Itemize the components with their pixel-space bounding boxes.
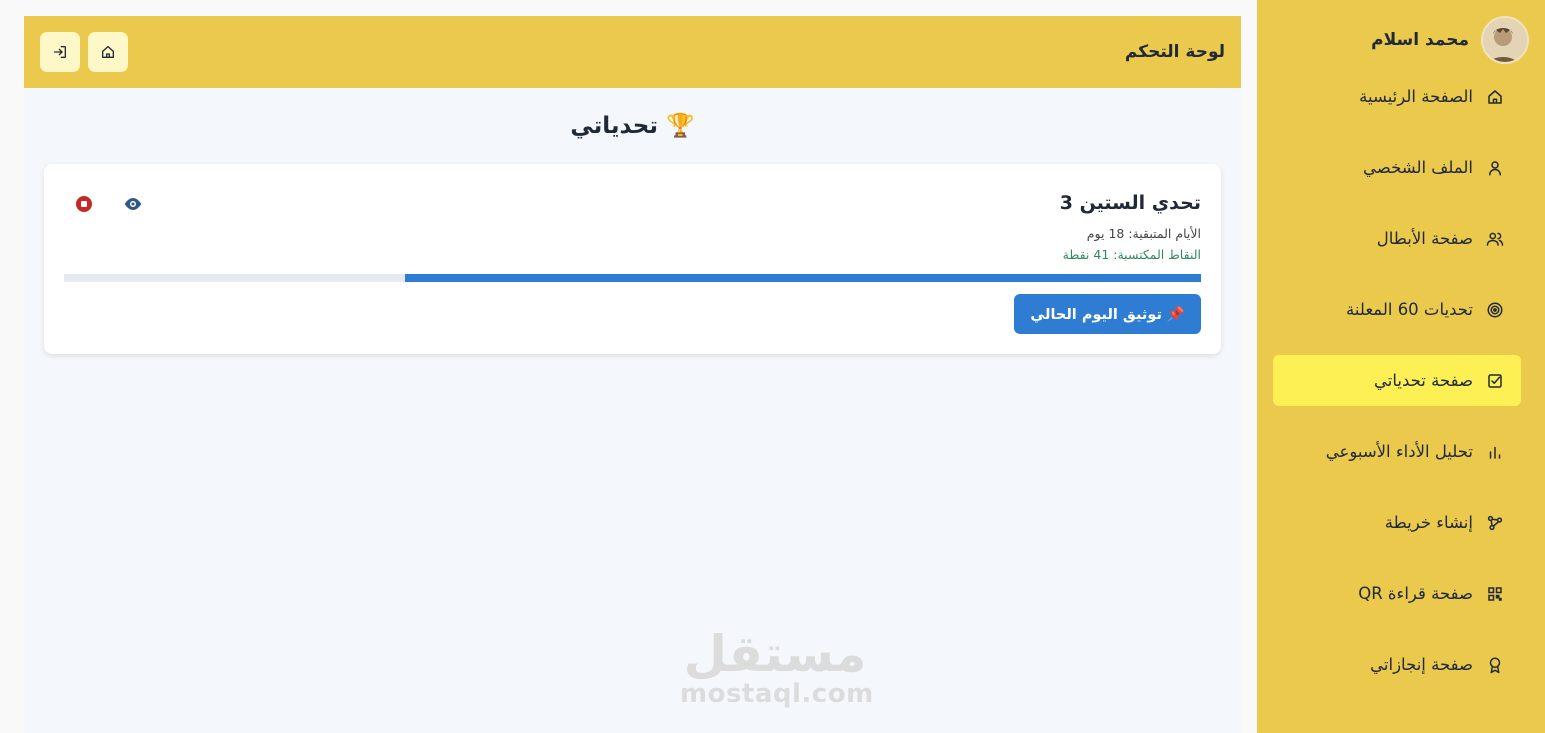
days-remaining: الأيام المتبقية: 18 يوم: [1086, 226, 1201, 241]
award-icon: [1485, 655, 1505, 675]
challenge-progress-bar: [64, 274, 1201, 282]
sidebar-item-label: تحليل الأداء الأسبوعي: [1325, 442, 1473, 461]
qr-code-icon: [1485, 584, 1505, 604]
graph-nodes-icon: [1485, 513, 1505, 533]
page-title: لوحة التحكم: [1124, 42, 1225, 62]
challenge-card: تحدي الستين 3 الأيام المتبقية: 18 يوم ال…: [44, 164, 1221, 354]
sidebar-item-label: تحديات 60 المعلنة: [1346, 300, 1473, 319]
sidebar-item-label: إنشاء خريطة: [1384, 513, 1473, 532]
home-icon: [1485, 87, 1505, 107]
top-bar: لوحة التحكم: [24, 16, 1241, 88]
sidebar-item-announced-challenges[interactable]: تحديات 60 المعلنة: [1273, 284, 1521, 335]
sidebar-item-label: الملف الشخصي: [1363, 158, 1473, 177]
sidebar-item-label: صفحة قراءة QR: [1358, 584, 1473, 603]
sidebar-item-label: صفحة الأبطال: [1376, 229, 1473, 248]
sidebar-item-label: صفحة إنجازاتي: [1370, 655, 1473, 674]
home-button[interactable]: [88, 32, 128, 72]
stop-challenge-button[interactable]: [76, 196, 92, 216]
top-bar-actions: [40, 32, 128, 72]
progress-fill: [405, 274, 1201, 282]
view-challenge-button[interactable]: [124, 196, 142, 216]
home-icon: [102, 46, 114, 58]
eye-icon: [124, 198, 142, 210]
watermark-arabic: مستقل: [683, 625, 867, 683]
checkbox-icon: [1485, 371, 1505, 391]
users-icon: [1485, 229, 1505, 249]
sidebar-item-heroes[interactable]: صفحة الأبطال: [1273, 213, 1521, 264]
logout-button[interactable]: [40, 32, 80, 72]
sidebar-item-weekly-analysis[interactable]: تحليل الأداء الأسبوعي: [1273, 426, 1521, 477]
challenge-title: تحدي الستين 3: [1059, 192, 1201, 214]
sidebar-item-my-challenges[interactable]: صفحة تحدياتي: [1273, 355, 1521, 406]
user-profile: محمد اسلام: [1371, 16, 1529, 64]
avatar: [1481, 16, 1529, 64]
main-content: لوحة التحكم 🏆 تحدياتي تحدي الستين 3 الأي…: [24, 16, 1241, 733]
user-name: محمد اسلام: [1371, 30, 1469, 50]
sidebar-item-profile[interactable]: الملف الشخصي: [1273, 142, 1521, 193]
points-earned: النقاط المكتسبة: 41 نقطة: [1062, 247, 1201, 262]
sidebar-item-label: صفحة تحدياتي: [1374, 371, 1473, 390]
watermark: مستقل mostaql.com: [680, 625, 874, 709]
target-icon: [1485, 300, 1505, 320]
sidebar-item-label: الصفحة الرئيسية: [1359, 87, 1473, 106]
user-icon: [1485, 158, 1505, 178]
sidebar-nav: الصفحة الرئيسية الملف الشخصي صفحة الأبطا…: [1273, 71, 1521, 710]
bar-chart-icon: [1485, 442, 1505, 462]
sidebar-item-home[interactable]: الصفحة الرئيسية: [1273, 71, 1521, 122]
challenges-heading: 🏆 تحدياتي: [570, 113, 695, 139]
record-today-button[interactable]: 📌 توثيق اليوم الحالي: [1014, 294, 1201, 334]
sidebar-item-create-map[interactable]: إنشاء خريطة: [1273, 497, 1521, 548]
logout-icon: [54, 46, 66, 58]
sidebar-item-achievements[interactable]: صفحة إنجازاتي: [1273, 639, 1521, 690]
sidebar: محمد اسلام الصفحة الرئيسية الملف الشخصي …: [1257, 0, 1545, 733]
stop-icon: [76, 196, 92, 212]
sidebar-item-qr-reader[interactable]: صفحة قراءة QR: [1273, 568, 1521, 619]
watermark-english: mostaql.com: [680, 679, 874, 709]
